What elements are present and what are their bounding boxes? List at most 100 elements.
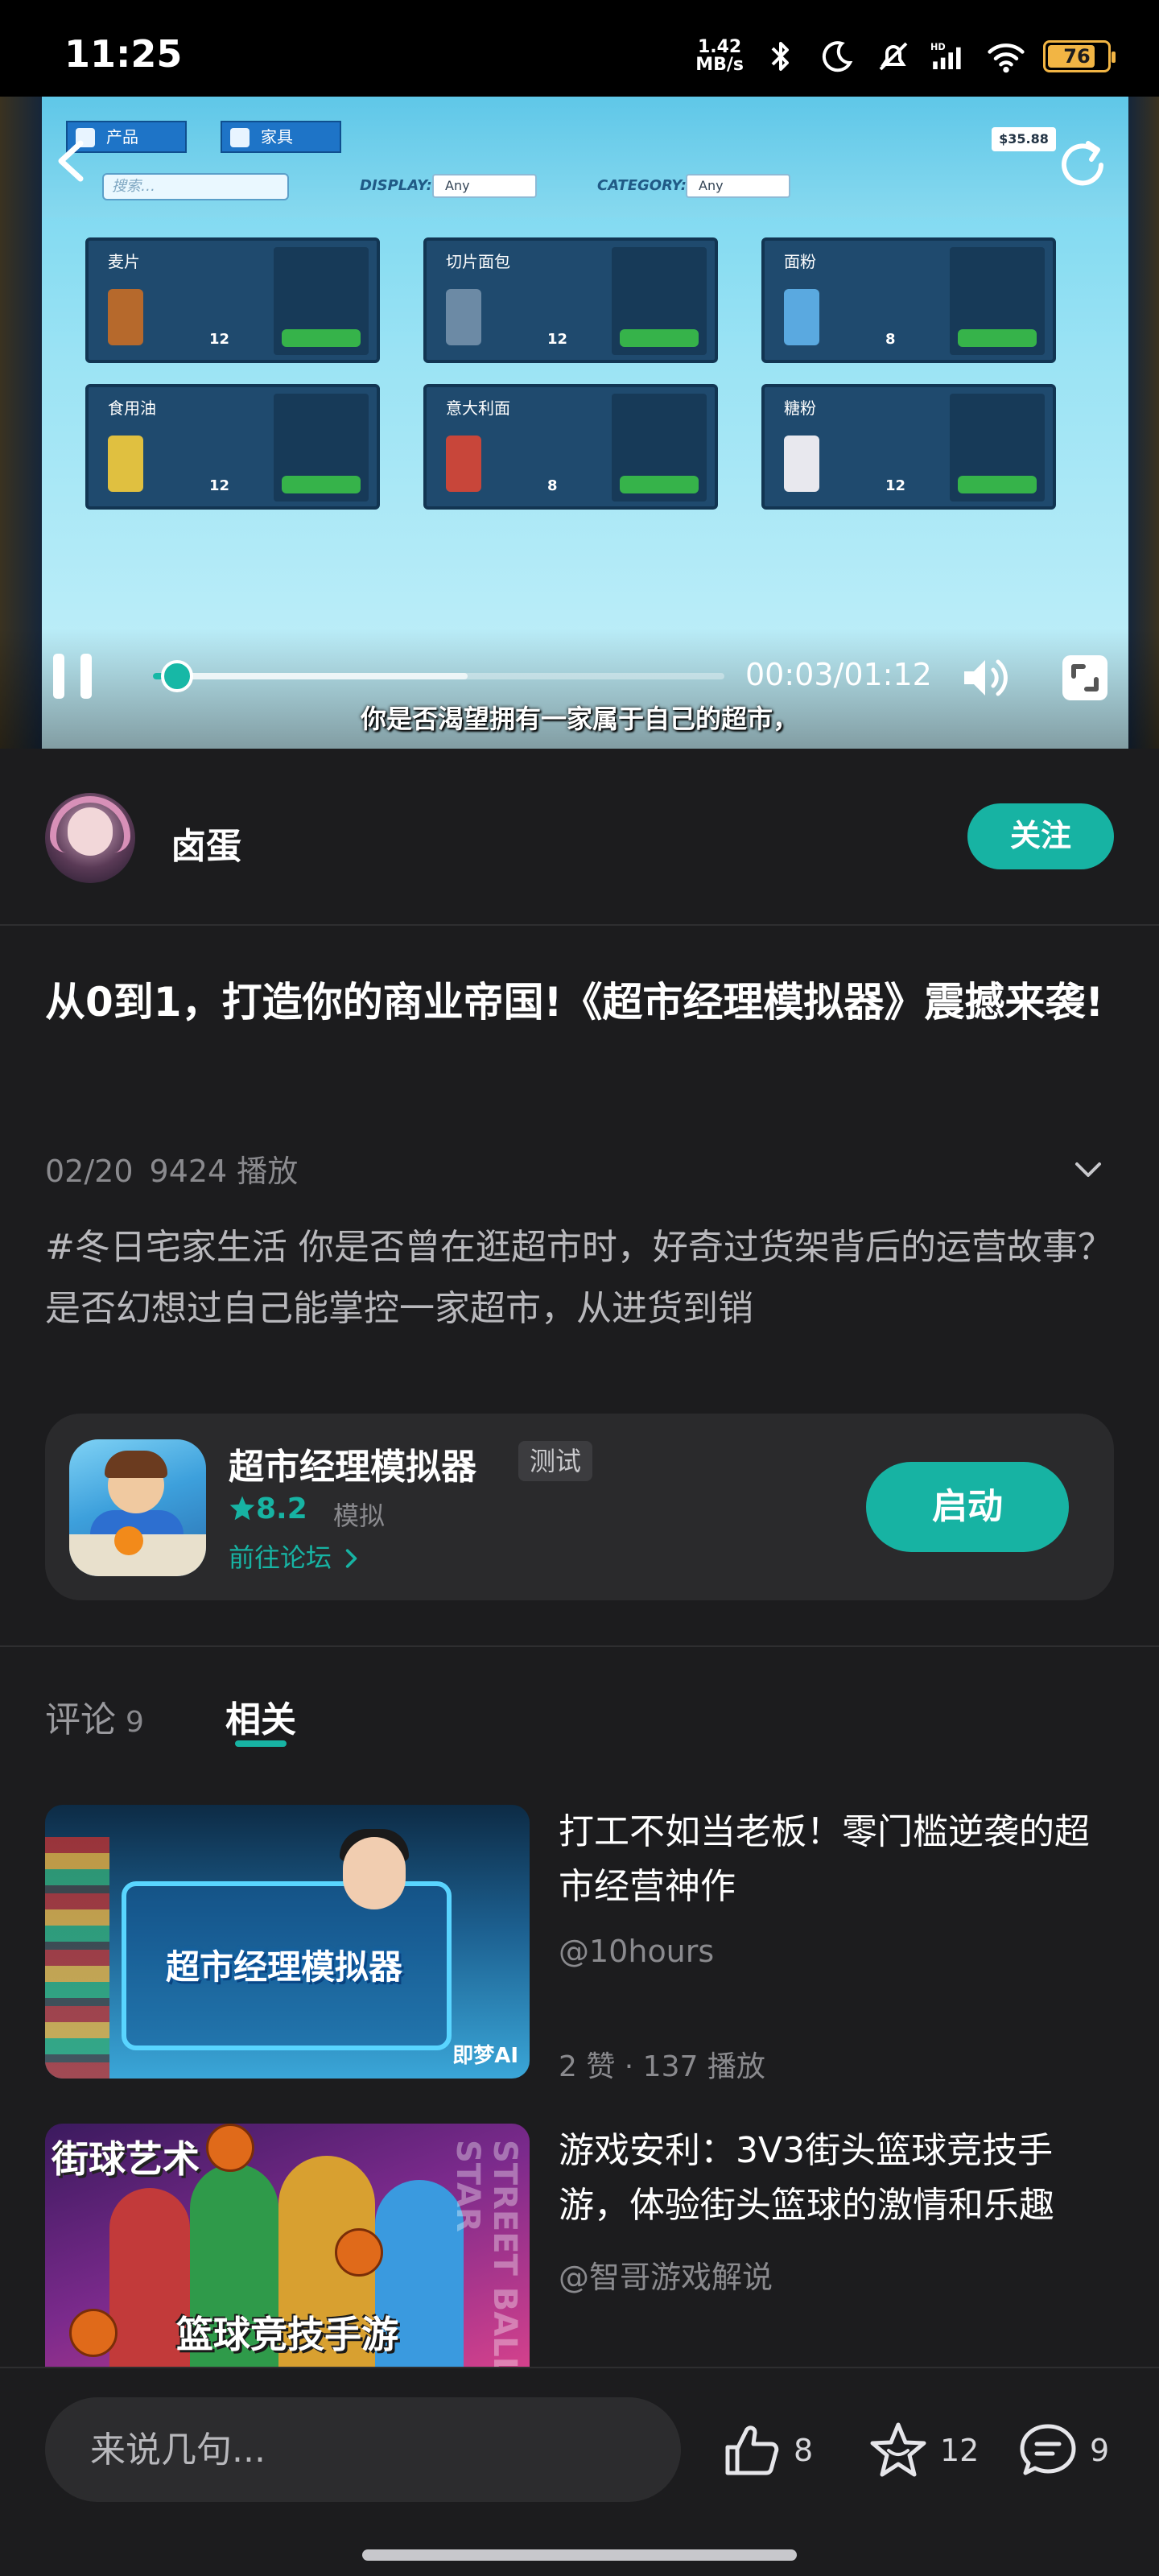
tab-related[interactable]: 相关 — [225, 1690, 296, 1742]
thumbs-up-icon — [725, 2425, 779, 2475]
game-product-qty — [612, 394, 707, 502]
game-product-price: 12 — [209, 331, 230, 348]
game-add-cart — [620, 476, 699, 493]
pause-icon[interactable] — [47, 650, 98, 702]
game-product-qty — [274, 394, 369, 502]
related-video-author: @智哥游戏解说 — [559, 2260, 773, 2295]
network-speed: 1.42 MB/s — [695, 39, 744, 74]
thumb-player — [278, 2156, 375, 2397]
game-card[interactable]: 超市经理模拟器 测试 8.2 模拟 前往论坛 启动 — [45, 1414, 1114, 1600]
game-tab-furniture-label: 家具 — [261, 127, 293, 147]
related-video-stats: 2 赞 · 137 播放 — [559, 2050, 765, 2083]
related-video-thumbnail: 超市经理模拟器 即梦AI — [45, 1805, 530, 2079]
game-product-qty — [950, 394, 1045, 502]
thumb-title-text: 超市经理模拟器 — [166, 1947, 403, 1987]
like-button[interactable]: 8 — [721, 2418, 813, 2483]
chevron-down-icon[interactable] — [1072, 1158, 1104, 1182]
follow-button[interactable]: 关注 — [967, 803, 1114, 869]
game-product-price: 8 — [547, 477, 558, 494]
post-plays: 9424 播放 — [149, 1154, 299, 1189]
video-player[interactable]: 产品 家具 搜索… DISPLAY: Any CATEGORY: Any $35… — [0, 97, 1159, 749]
game-product-qty — [950, 247, 1045, 355]
basketball-icon — [206, 2124, 254, 2172]
comment-button[interactable]: 9 — [1017, 2418, 1109, 2483]
game-product-name: 糖粉 — [784, 398, 816, 418]
game-tab-furniture: 家具 — [221, 121, 341, 153]
network-speed-unit: MB/s — [695, 55, 744, 75]
tab-comments-count: 9 — [126, 1706, 144, 1739]
author-row: 卤蛋 关注 — [0, 749, 1159, 926]
home-indicator[interactable] — [362, 2549, 797, 2561]
game-product-image — [784, 436, 819, 492]
tab-active-indicator — [235, 1740, 287, 1747]
game-name: 超市经理模拟器 — [229, 1447, 476, 1488]
video-progress-handle[interactable] — [160, 660, 193, 692]
game-category-label: CATEGORY: — [597, 177, 687, 194]
tab-comments[interactable]: 评论 9 — [45, 1690, 144, 1742]
mute-bell-icon — [879, 42, 908, 71]
game-product-price: 12 — [885, 477, 906, 494]
thumb-shelf — [45, 1837, 109, 2079]
avatar[interactable] — [45, 793, 135, 883]
game-badge: 测试 — [518, 1441, 593, 1481]
video-subtitle: 你是否渴望拥有一家属于自己的超市， — [360, 704, 798, 734]
game-product-qty — [612, 247, 707, 355]
network-speed-value: 1.42 — [697, 37, 742, 57]
game-product-name: 麦片 — [108, 252, 140, 271]
game-product-card: 麦片 12 — [85, 237, 380, 363]
game-product-image — [108, 436, 143, 492]
thumb-player — [190, 2164, 278, 2397]
comment-input[interactable] — [45, 2397, 681, 2502]
tab-comments-label: 评论 — [45, 1699, 116, 1740]
comment-count: 9 — [1090, 2433, 1110, 2468]
replay-icon[interactable] — [1054, 137, 1111, 193]
game-product-card: 切片面包 12 — [423, 237, 718, 363]
status-time: 11:25 — [64, 32, 183, 76]
chat-bubble-icon — [1020, 2424, 1076, 2475]
related-video-item[interactable]: 街球艺术 STREET BALL STAR 篮球竞技手游 游戏安利：3V3街头篮… — [45, 2124, 1116, 2397]
star-outline-icon — [870, 2422, 926, 2477]
game-app-icon — [69, 1439, 206, 1576]
thumb-player — [109, 2188, 190, 2397]
game-add-cart — [620, 329, 699, 347]
battery-level: 76 — [1063, 45, 1091, 68]
back-arrow-icon[interactable] — [48, 137, 97, 185]
launch-button[interactable]: 启动 — [866, 1462, 1069, 1552]
game-add-cart — [282, 329, 361, 347]
post-title: 从0到1，打造你的商业帝国!《超市经理模拟器》震撼来袭! — [45, 979, 1104, 1026]
related-video-item[interactable]: 超市经理模拟器 即梦AI 打工不如当老板！零门槛逆袭的超市经营神作 @10hou… — [45, 1805, 1116, 2083]
thumb-character — [343, 1837, 406, 1909]
bluetooth-icon — [771, 42, 789, 71]
game-add-cart — [282, 476, 361, 493]
video-time: 00:03/01:12 — [745, 657, 932, 692]
game-product-price: 12 — [547, 331, 568, 348]
volume-icon[interactable] — [959, 652, 1011, 704]
wifi-icon — [988, 43, 1025, 73]
status-bar: 11:25 1.42 MB/s HD 76 — [0, 0, 1159, 97]
forum-link[interactable]: 前往论坛 — [229, 1538, 359, 1575]
section-divider — [0, 1645, 1159, 1647]
post-date: 02/20 — [45, 1154, 134, 1189]
game-money: $35.88 — [992, 127, 1056, 151]
thumb-title-text: 篮球竞技手游 — [176, 2313, 398, 2356]
game-display-dropdown: Any — [432, 174, 537, 198]
game-tab-furniture-icon — [230, 128, 250, 147]
star-icon — [229, 1496, 255, 1521]
game-rating-value: 8.2 — [256, 1492, 307, 1525]
game-product-image — [446, 289, 481, 345]
game-product-qty — [274, 247, 369, 355]
avatar-face — [68, 807, 113, 856]
game-product-price: 8 — [885, 331, 896, 348]
fullscreen-icon[interactable] — [1059, 652, 1111, 704]
game-product-name: 食用油 — [108, 398, 156, 418]
video-progress-bar[interactable] — [153, 660, 724, 692]
game-product-card: 食用油 12 — [85, 384, 380, 510]
author-name[interactable]: 卤蛋 — [171, 817, 241, 869]
chevron-right-icon — [345, 1549, 357, 1568]
game-tab-products-label: 产品 — [106, 127, 138, 147]
game-add-cart — [958, 329, 1037, 347]
related-video-thumbnail: 街球艺术 STREET BALL STAR 篮球竞技手游 — [45, 2124, 530, 2397]
game-search-box: 搜索… — [102, 173, 289, 200]
game-add-cart — [958, 476, 1037, 493]
favorite-button[interactable]: 12 — [868, 2418, 979, 2483]
